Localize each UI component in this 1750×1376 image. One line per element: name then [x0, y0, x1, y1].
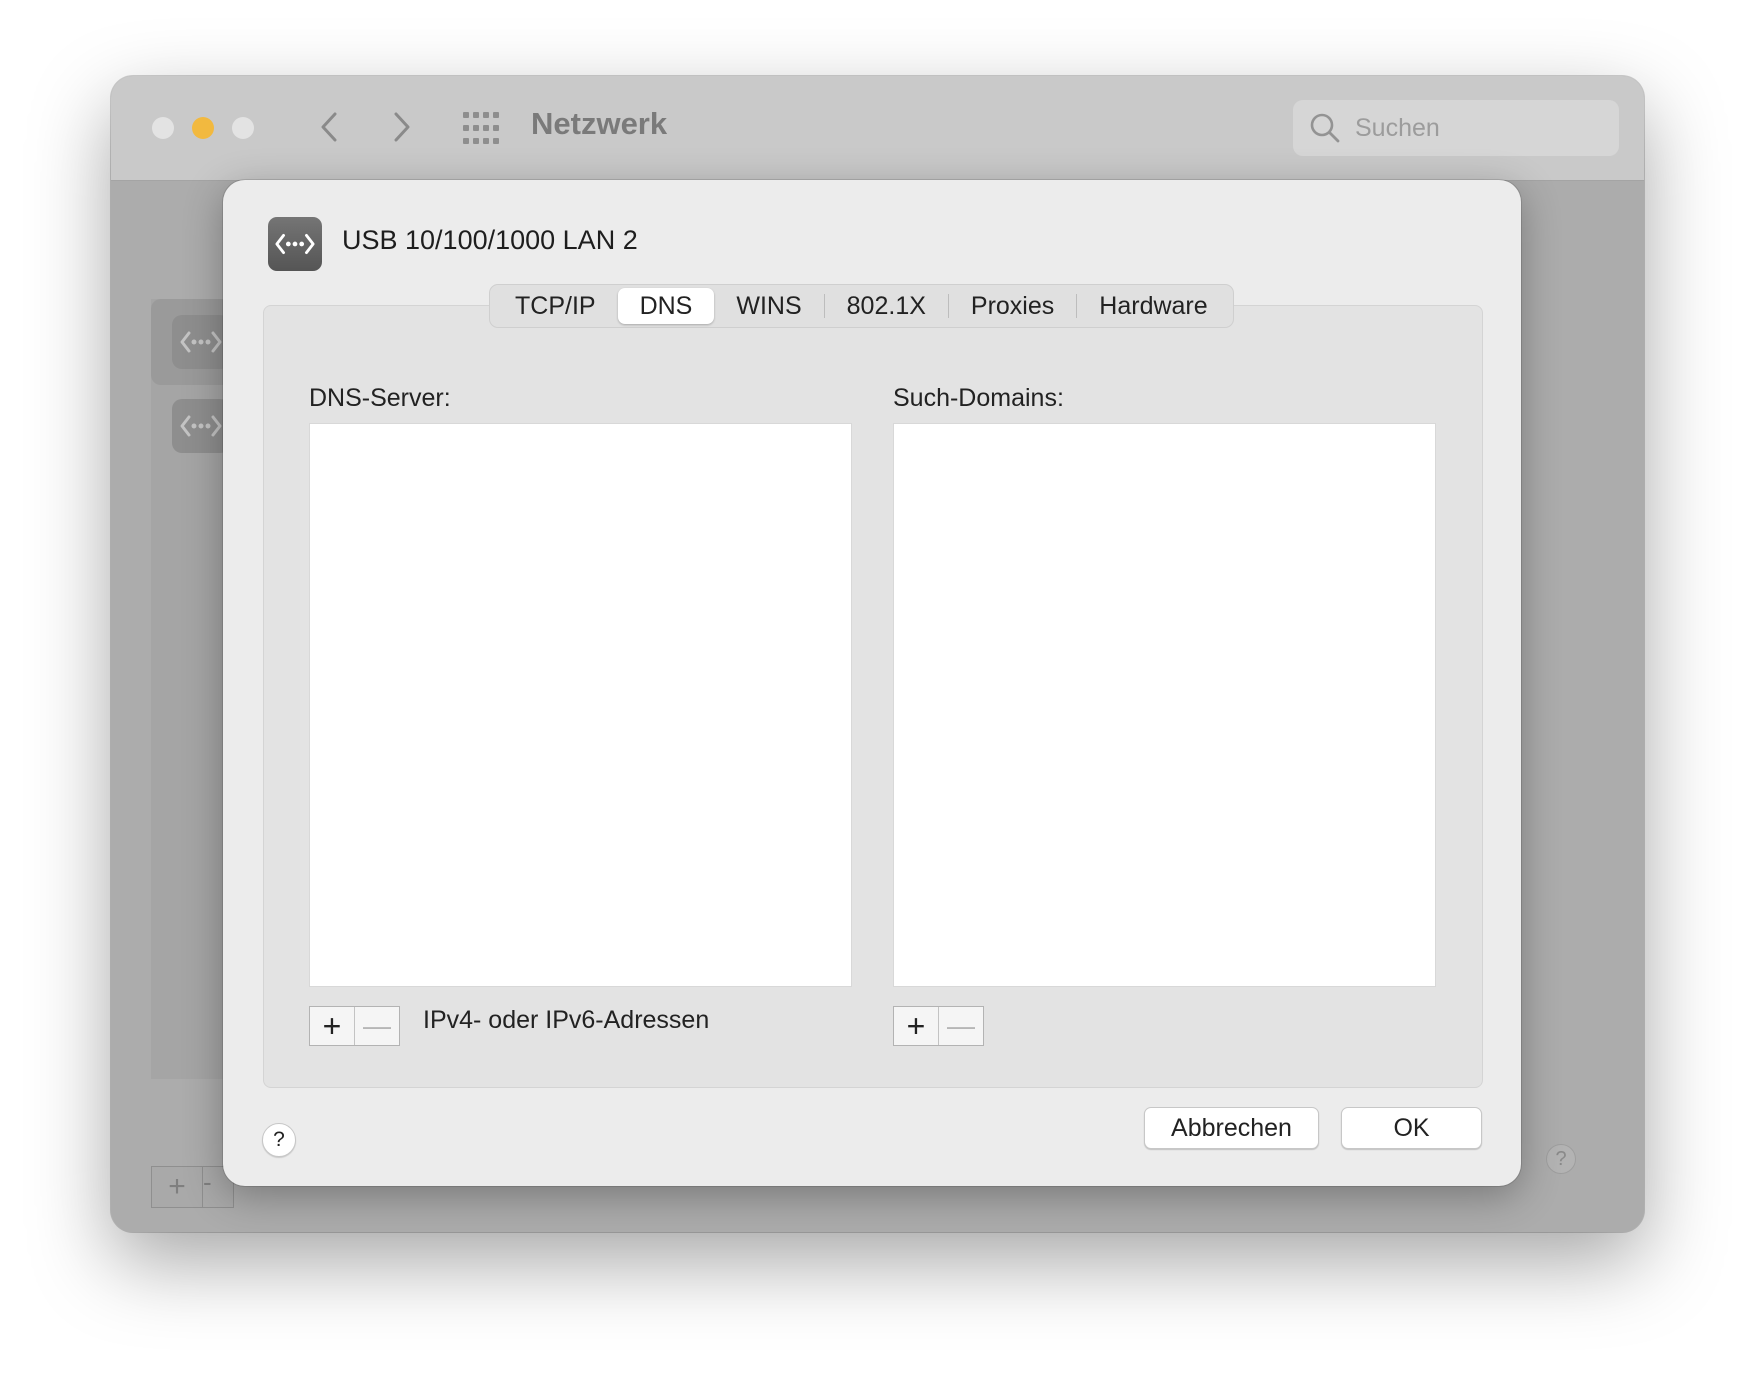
search-domains-add-remove: + —	[893, 1006, 984, 1046]
add-search-domain-button[interactable]: +	[894, 1007, 939, 1045]
remove-dns-server-button[interactable]: —	[355, 1007, 399, 1045]
service-item-ethernet-2[interactable]	[172, 399, 230, 453]
ok-button[interactable]: OK	[1341, 1107, 1482, 1149]
search-icon	[1310, 113, 1340, 143]
minimize-window-button[interactable]	[192, 117, 214, 139]
tab-dns[interactable]: DNS	[617, 288, 715, 324]
tab-wins[interactable]: WINS	[714, 288, 823, 324]
service-list	[151, 299, 231, 1079]
zoom-window-button[interactable]	[232, 117, 254, 139]
cancel-button[interactable]: Abbrechen	[1144, 1107, 1319, 1149]
tab-8021x[interactable]: 802.1X	[825, 288, 948, 324]
search-field[interactable]	[1293, 100, 1619, 156]
service-item-ethernet-1[interactable]	[172, 315, 230, 369]
ethernet-icon	[275, 233, 315, 255]
interface-icon	[268, 217, 322, 271]
show-all-grid-icon[interactable]	[463, 112, 499, 144]
close-window-button[interactable]	[152, 117, 174, 139]
back-button[interactable]	[304, 102, 354, 152]
interface-name: USB 10/100/1000 LAN 2	[342, 225, 638, 255]
search-input[interactable]	[1353, 108, 1607, 148]
tab-hardware[interactable]: Hardware	[1077, 288, 1229, 324]
ethernet-icon	[180, 331, 222, 353]
ethernet-icon	[180, 415, 222, 437]
tab-tcpip[interactable]: TCP/IP	[493, 288, 618, 324]
forward-button[interactable]	[377, 102, 427, 152]
background-help-button[interactable]: ?	[1546, 1144, 1576, 1174]
chevron-left-icon	[321, 112, 337, 142]
tab-proxies[interactable]: Proxies	[949, 288, 1076, 324]
tab-bar: TCP/IP DNS WINS 802.1X Proxies Hardware	[489, 284, 1234, 328]
advanced-settings-sheet: USB 10/100/1000 LAN 2 TCP/IP DNS WINS 80…	[223, 180, 1521, 1186]
help-button[interactable]: ?	[262, 1123, 296, 1157]
dns-tab-panel: DNS-Server: Such-Domains: + — IPv4- oder…	[263, 305, 1483, 1088]
add-dns-server-button[interactable]: +	[310, 1007, 355, 1045]
background-add-service-button[interactable]: +	[151, 1166, 203, 1208]
dns-servers-label: DNS-Server:	[309, 384, 451, 412]
titlebar: Netzwerk	[111, 76, 1644, 181]
remove-search-domain-button[interactable]: —	[939, 1007, 983, 1045]
search-domains-label: Such-Domains:	[893, 384, 1064, 412]
chevron-right-icon	[394, 112, 410, 142]
dns-servers-list[interactable]	[309, 423, 852, 987]
dns-servers-add-remove: + —	[309, 1006, 400, 1046]
dns-servers-hint: IPv4- oder IPv6-Adressen	[423, 1006, 710, 1034]
window-title: Netzwerk	[531, 106, 668, 141]
search-domains-list[interactable]	[893, 423, 1436, 987]
